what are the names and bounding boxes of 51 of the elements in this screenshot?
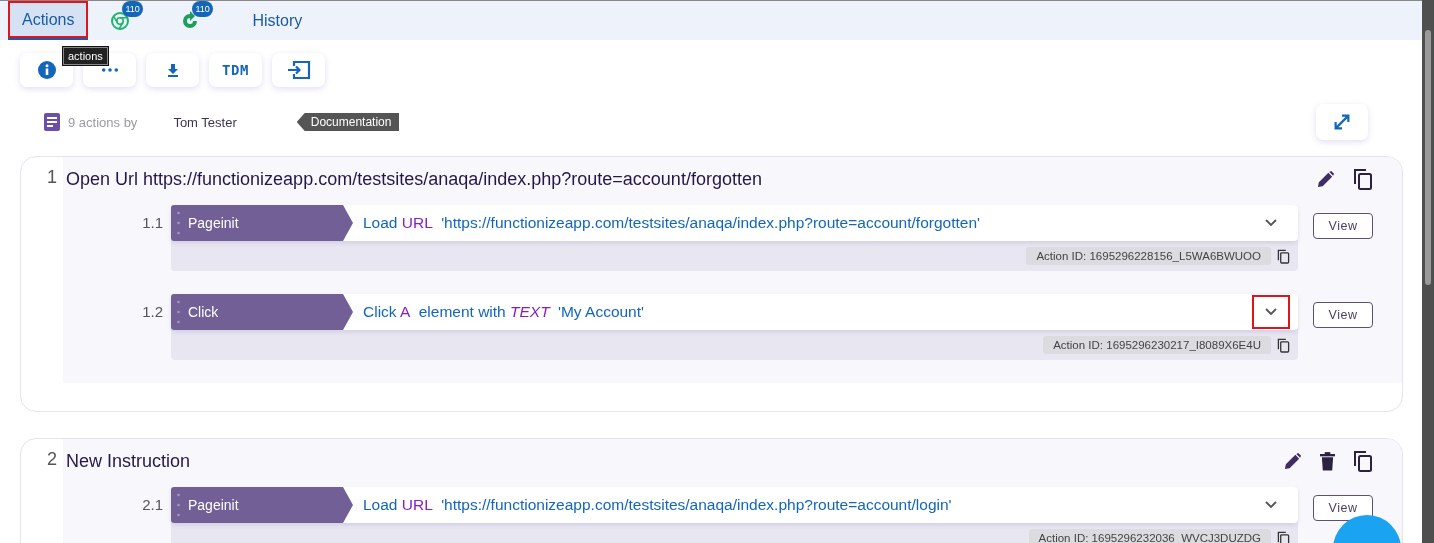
view-button[interactable]: View: [1313, 302, 1373, 328]
instruction-title: New Instruction: [65, 450, 192, 472]
edit-icon[interactable]: [1316, 169, 1335, 189]
delete-icon[interactable]: [1320, 451, 1335, 471]
count-badge: 110: [122, 1, 143, 17]
chrome-icon: [110, 10, 131, 31]
copy-icon[interactable]: [1277, 337, 1290, 353]
instruction-number: 2: [46, 448, 58, 471]
edit-icon[interactable]: [1283, 451, 1302, 471]
scrollbar[interactable]: [1422, 0, 1434, 543]
action-description: Click A element with TEXT 'My Account': [362, 303, 645, 321]
action-count: 9 actions by: [68, 114, 138, 130]
download-icon: [165, 63, 180, 77]
import-button[interactable]: [272, 53, 325, 87]
copy-icon[interactable]: [1277, 530, 1290, 543]
action-type-label: Click: [188, 304, 219, 320]
expand-chevron[interactable]: [1252, 295, 1290, 329]
instruction-title: Open Url https://functionizeapp.com/testsites/anaqa/index.php?route=account/forgotten: [65, 168, 763, 190]
document-icon: [44, 113, 60, 131]
expand-icon: [1332, 112, 1352, 132]
author-name: Tom Tester: [173, 114, 237, 130]
info-icon: [36, 60, 57, 80]
expand-button[interactable]: [1316, 104, 1368, 140]
refresh-tab[interactable]: 110: [168, 1, 227, 40]
instruction-number: 1: [46, 166, 58, 189]
action-bar[interactable]: Pageinit Load URL 'https://functionizeapp.com/testsites/anaqa/index.php?route=account/login': [171, 487, 1298, 523]
tooltip: actions: [63, 47, 108, 65]
tag-label: Documentation: [296, 113, 400, 131]
view-button[interactable]: View: [1313, 213, 1373, 239]
step-number: 2.1: [141, 495, 164, 515]
step-number: 1.2: [141, 302, 164, 322]
import-icon: [286, 60, 311, 80]
action-bar[interactable]: Pageinit Load URL 'https://functionizeapp.com/testsites/anaqa/index.php?route=account/forgotten': [171, 205, 1298, 241]
action-id: Action ID: 1695296230217_I8089X6E4U: [1043, 336, 1271, 354]
action-description: Load URL 'https://functionizeapp.com/testsites/anaqa/index.php?route=account/forgotten': [362, 214, 981, 232]
step-number: 1.1: [141, 213, 164, 233]
copy-icon[interactable]: [1353, 168, 1373, 190]
action-id: Action ID: 1695296228156_L5WA6BWUOO: [1026, 247, 1271, 265]
copy-icon[interactable]: [1353, 450, 1373, 472]
download-button[interactable]: [146, 53, 199, 87]
action-type-label: Pageinit: [188, 215, 239, 231]
action-description: Load URL 'https://functionizeapp.com/testsites/anaqa/index.php?route=account/login': [362, 496, 953, 514]
tab[interactable]: History: [238, 1, 317, 40]
count-badge: 110: [192, 1, 213, 17]
tdm-button[interactable]: TDM: [209, 53, 262, 87]
scrollbar-thumb[interactable]: [1425, 30, 1431, 285]
more-icon: [100, 67, 119, 73]
action-bar[interactable]: Click Click A element with TEXT 'My Account': [171, 294, 1298, 330]
view-button[interactable]: View: [1313, 495, 1373, 521]
action-type-label: Pageinit: [188, 497, 239, 513]
copy-icon[interactable]: [1277, 248, 1290, 264]
